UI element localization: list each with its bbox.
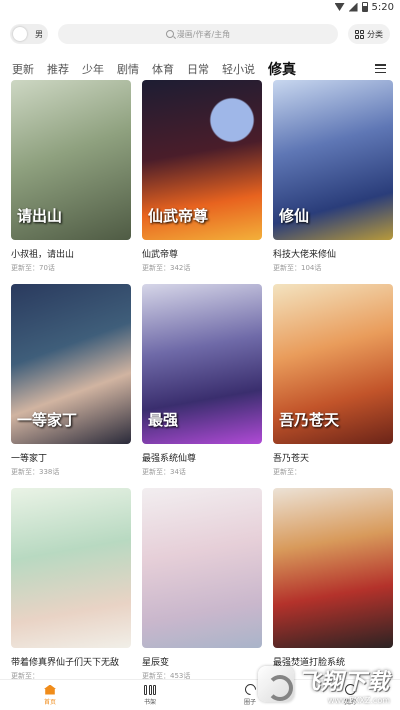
- watermark-main-text: 飞翔下载: [298, 669, 391, 695]
- comic-update: 更新至：: [273, 468, 301, 476]
- comic-cover[interactable]: 仙武帝尊: [142, 80, 262, 240]
- cover-text: 一等家丁: [17, 411, 78, 429]
- category-button[interactable]: 分类: [348, 24, 390, 44]
- comic-title[interactable]: 吾乃苍天: [273, 451, 393, 464]
- grid-icon: [355, 29, 364, 39]
- nav-home-label: 首页: [43, 698, 56, 706]
- cover-text: 修仙: [279, 207, 310, 225]
- bookshelf-icon: [144, 684, 156, 695]
- cover-text: 仙武帝尊: [148, 207, 209, 225]
- comic-cover[interactable]: 请出山: [11, 80, 131, 240]
- comic-card[interactable]: 仙武帝尊 仙武帝尊 更新至：342话: [142, 80, 262, 284]
- comic-update: 更新至：342话: [142, 264, 191, 272]
- nav-bookshelf[interactable]: 书架: [100, 680, 200, 710]
- category-label: 分类: [367, 29, 383, 39]
- watermark-sub-text: www.FXXZ.com: [327, 695, 391, 705]
- comic-update: 更新至：70话: [11, 264, 55, 272]
- menu-icon[interactable]: [375, 64, 386, 73]
- nav-home[interactable]: 首页: [0, 680, 100, 710]
- comic-title[interactable]: 小叔祖，请出山: [11, 247, 131, 260]
- comic-card[interactable]: 最强 最强系统仙尊 更新至：34话: [142, 284, 262, 488]
- comic-title[interactable]: 仙武帝尊: [142, 247, 262, 260]
- comic-card[interactable]: 吾乃苍天 吾乃苍天 更新至：: [273, 284, 393, 488]
- search-icon: [165, 30, 174, 38]
- watermark-logo-icon: [258, 666, 294, 702]
- comic-title[interactable]: 星辰变: [142, 655, 262, 668]
- comic-card[interactable]: 带着修真界仙子们天下无敌 更新至：: [11, 488, 131, 679]
- comic-update: 更新至：104话: [273, 264, 322, 272]
- comic-card[interactable]: 最强焚道打脸系统: [273, 488, 393, 679]
- tab-youth[interactable]: 少年: [82, 61, 104, 77]
- comic-cover[interactable]: 修仙: [273, 80, 393, 240]
- signal-icon: [348, 2, 358, 12]
- comic-cover[interactable]: 吾乃苍天: [273, 284, 393, 444]
- comic-title[interactable]: 一等家丁: [11, 451, 131, 464]
- status-bar: 5:20: [0, 0, 400, 14]
- comic-card[interactable]: 一等家丁 一等家丁 更新至：338话: [11, 284, 131, 488]
- tab-cultivation[interactable]: 修真: [268, 59, 296, 79]
- comic-cover[interactable]: 一等家丁: [11, 284, 131, 444]
- search-placeholder: 漫画/作者/主角: [176, 29, 231, 39]
- status-time: 5:20: [371, 1, 394, 13]
- cover-text: 请出山: [17, 207, 63, 225]
- comic-grid-container[interactable]: 请出山 小叔祖，请出山 更新至：70话 仙武帝尊 仙武帝尊 更新至：342话 修…: [0, 80, 400, 679]
- comic-cover[interactable]: 最强: [142, 284, 262, 444]
- tab-update[interactable]: 更新: [12, 61, 34, 77]
- tab-light-novel[interactable]: 轻小说: [222, 61, 255, 77]
- tab-sports[interactable]: 体育: [152, 61, 174, 77]
- tab-daily[interactable]: 日常: [187, 61, 209, 77]
- tab-recommend[interactable]: 推荐: [47, 61, 69, 77]
- watermark: 飞翔下载 www.FXXZ.com: [258, 662, 396, 706]
- wifi-icon: [334, 3, 345, 11]
- circle-icon: [242, 681, 258, 698]
- comic-update: 更新至：453话: [142, 672, 191, 679]
- comic-title[interactable]: 科技大佬来修仙: [273, 247, 393, 260]
- comic-card[interactable]: 修仙 科技大佬来修仙 更新至：104话: [273, 80, 393, 284]
- comic-update: 更新至：338话: [11, 468, 60, 476]
- cover-text: 吾乃苍天: [279, 411, 340, 429]
- tab-story[interactable]: 剧情: [117, 61, 139, 77]
- gender-label: 男: [35, 29, 43, 39]
- comic-update: 更新至：34话: [142, 468, 186, 476]
- search-input[interactable]: 漫画/作者/主角: [58, 24, 338, 44]
- comic-cover[interactable]: [142, 488, 262, 648]
- toggle-knob: [13, 27, 27, 41]
- comic-cover[interactable]: [273, 488, 393, 648]
- gender-toggle[interactable]: 男: [10, 24, 48, 44]
- cover-text: 最强: [148, 411, 179, 429]
- comic-card[interactable]: 请出山 小叔祖，请出山 更新至：70话: [11, 80, 131, 284]
- nav-circle-label: 圈子: [243, 699, 256, 706]
- comic-update: 更新至：: [11, 672, 39, 679]
- header: 男 漫画/作者/主角 分类: [0, 14, 400, 54]
- comic-cover[interactable]: [11, 488, 131, 648]
- comic-title[interactable]: 最强系统仙尊: [142, 451, 262, 464]
- comic-title[interactable]: 带着修真界仙子们天下无敌: [11, 655, 131, 668]
- comic-card[interactable]: 星辰变 更新至：453话: [142, 488, 262, 679]
- comic-grid: 请出山 小叔祖，请出山 更新至：70话 仙武帝尊 仙武帝尊 更新至：342话 修…: [0, 80, 400, 679]
- home-icon: [44, 684, 56, 695]
- battery-icon: [361, 2, 368, 12]
- nav-bookshelf-label: 书架: [143, 698, 156, 706]
